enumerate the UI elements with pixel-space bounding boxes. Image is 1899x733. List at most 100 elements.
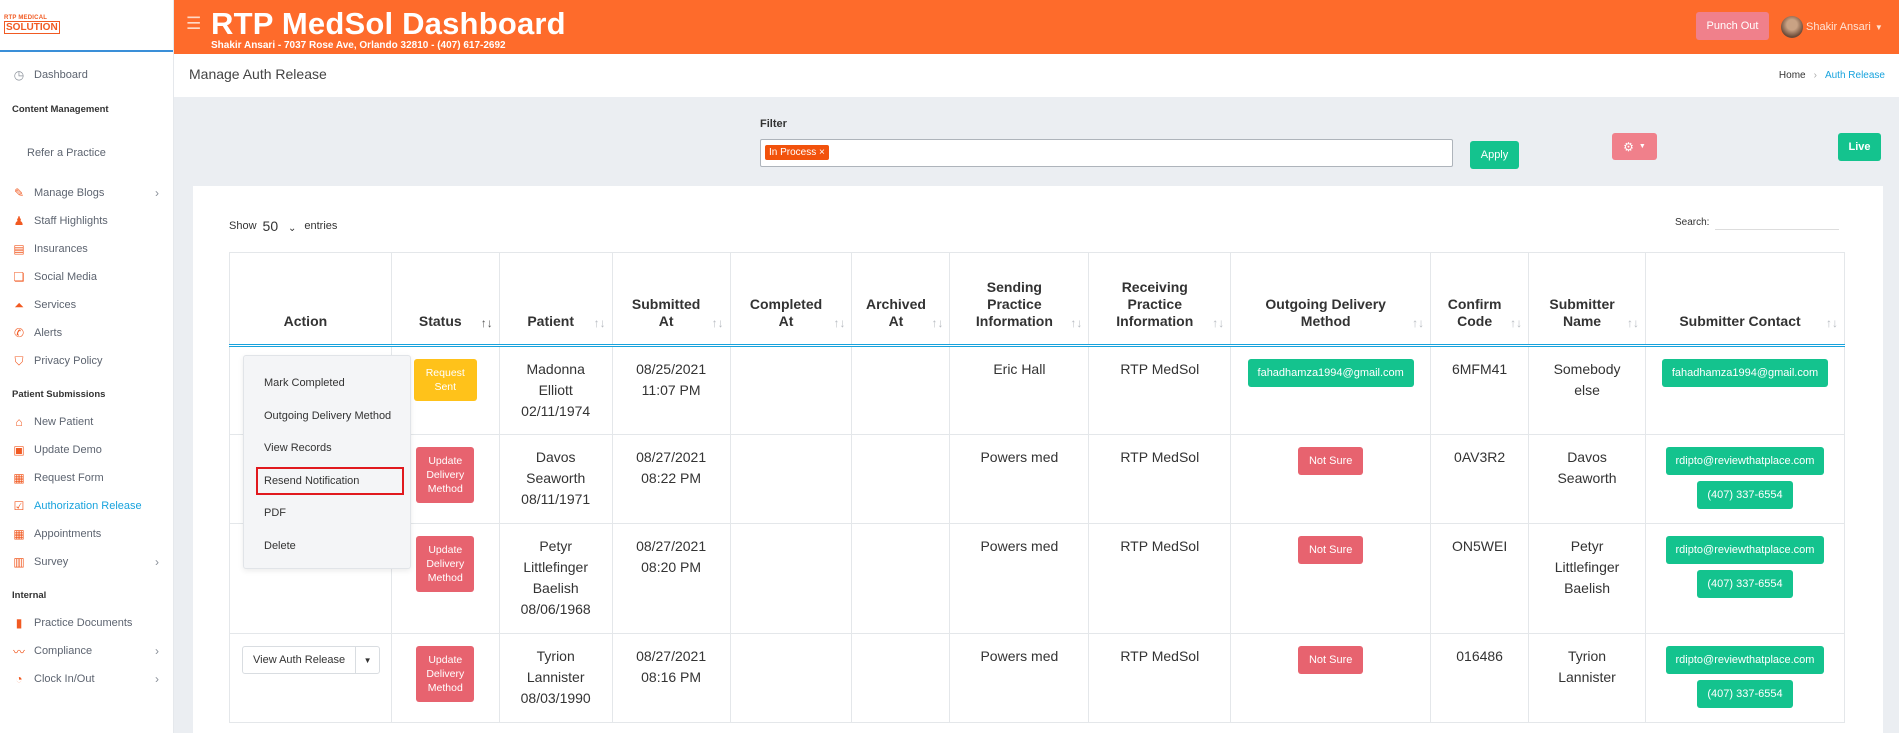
contact-email-badge[interactable]: rdipto@reviewthatplace.com [1665, 447, 1825, 475]
sidebar-item-dashboard[interactable]: ◷ Dashboard [0, 60, 173, 90]
column-header-sending-practice-information[interactable]: Sending Practice Information ↑↓ [949, 252, 1090, 347]
patient-cell-line: Tyrion [536, 648, 575, 664]
user-menu[interactable]: Shakir Ansari ▼ [1781, 16, 1883, 38]
settings-dropdown-button[interactable]: ⚙ ▼ [1612, 133, 1657, 160]
sort-arrows-icon: ↑↓ [1510, 316, 1523, 330]
contact-phone-badge[interactable]: (407) 337-6554 [1697, 570, 1793, 598]
dropdown-item-pdf[interactable]: PDF [244, 502, 410, 524]
gauge-icon: ◷ [13, 68, 25, 82]
column-header-line: Submitter [1549, 296, 1615, 312]
table-row: Update Delivery Method Davos Seaworth 08/11/1… [229, 434, 1846, 524]
live-button[interactable]: Live [1838, 133, 1881, 161]
submitted-cell: 08/27/2021 08:20 PM [611, 523, 731, 634]
sidebar-item-insurances[interactable]: ▤ Insurances [0, 235, 173, 263]
contact-email-badge[interactable]: rdipto@reviewthatplace.com [1665, 536, 1825, 564]
filter-chip-in-process[interactable]: In Process × [765, 145, 829, 160]
view-auth-release-button[interactable]: View Auth Release ▼ [242, 646, 381, 674]
delivery-badge[interactable]: Not Sure [1297, 536, 1364, 564]
column-header-receiving-practice-information[interactable]: Receiving Practice Information ↑↓ [1088, 252, 1232, 347]
submitted-cell: 08/27/2021 08:22 PM [611, 434, 731, 524]
sending-cell: Powers med [949, 633, 1090, 723]
dropdown-item-delete[interactable]: Delete [244, 535, 410, 557]
sidebar-item-request-form[interactable]: ▦ Request Form [0, 464, 173, 492]
caret-down-icon[interactable]: ▼ [355, 647, 379, 673]
sidebar-item-staff-highlights[interactable]: ♟ Staff Highlights [0, 207, 173, 235]
sidebar-item-services[interactable]: ⏶ Services [0, 291, 173, 319]
filter-input[interactable]: In Process × [760, 139, 1453, 167]
entries-select[interactable]: 50 ⌄ [263, 218, 297, 234]
patient-cell-line: 08/11/1971 [521, 491, 591, 507]
search-input[interactable] [1715, 214, 1840, 230]
status-badge[interactable]: Update Delivery Method [416, 536, 475, 592]
sidebar-item-compliance[interactable]: 〰 Compliance › [0, 637, 173, 665]
status-badge[interactable]: Update Delivery Method [416, 646, 475, 702]
contact-phone-badge[interactable]: (407) 337-6554 [1697, 680, 1793, 708]
sidebar-item-refer[interactable]: Refer a Practice [0, 139, 173, 167]
calendar-icon: ▦ [13, 527, 25, 541]
status-line: Method [427, 682, 463, 694]
chevron-right-icon: › [155, 644, 159, 658]
sidebar-item-privacy-policy[interactable]: ⛉ Privacy Policy [0, 347, 173, 375]
sidebar-item-alerts[interactable]: ✆ Alerts [0, 319, 173, 347]
sidebar-item-authorization-release[interactable]: ☑ Authorization Release [0, 492, 173, 520]
column-header-line: Information [1116, 313, 1194, 329]
column-header-patient[interactable]: Patient ↑↓ [498, 252, 613, 347]
nav-group-content: ✎ Manage Blogs › ♟ Staff Highlights ▤ Insuranc… [0, 179, 173, 375]
nav-heading-content: Content Management [12, 104, 109, 115]
submitted-cell: 08/27/2021 08:16 PM [611, 633, 731, 723]
column-header-confirm-code[interactable]: Confirm Code ↑↓ [1430, 252, 1530, 347]
hamburger-icon[interactable]: ☰ [186, 14, 201, 34]
column-header-outgoing-delivery-method[interactable]: Outgoing Delivery Method ↑↓ [1230, 252, 1432, 347]
status-line: Update [428, 654, 463, 666]
column-header-status[interactable]: Status ↑↓ [390, 252, 500, 347]
column-header-submitter-name[interactable]: Submitter Name ↑↓ [1528, 252, 1646, 347]
sidebar-item-survey[interactable]: ▥ Survey › [0, 548, 173, 576]
submitted-cell-line: 08:20 PM [641, 559, 702, 575]
entries-label: entries [304, 220, 338, 232]
delivery-badge[interactable]: Not Sure [1297, 646, 1364, 674]
column-header-action[interactable]: Action [229, 252, 392, 347]
nav-group-internal: ▮ Practice Documents 〰 Compliance › ◔ Clock In… [0, 609, 173, 693]
dropdown-item-outgoing-delivery-method[interactable]: Outgoing Delivery Method [244, 405, 410, 427]
delivery-cell: Not Sure [1230, 523, 1432, 634]
sidebar-item-appointments[interactable]: ▦ Appointments [0, 520, 173, 548]
dropdown-item-mark-completed[interactable]: Mark Completed [244, 372, 410, 394]
column-header-archived-at[interactable]: Archived At ↑↓ [851, 252, 951, 347]
column-header-completed-at[interactable]: Completed At ↑↓ [729, 252, 853, 347]
sidebar-item-update-demo[interactable]: ▣ Update Demo [0, 436, 173, 464]
page-bar: Manage Auth Release Home › Auth Release [174, 54, 1899, 97]
submitter-name-cell-line: Lannister [1558, 669, 1616, 685]
status-badge[interactable]: Update Delivery Method [416, 447, 475, 503]
submitter-name-cell: Somebody else [1528, 345, 1646, 435]
dropdown-item-resend-notification[interactable]: Resend Notification [244, 470, 410, 492]
app-title: RTP MedSol Dashboard [211, 6, 566, 41]
patient-cell: Davos Seaworth 08/11/1971 [498, 434, 613, 524]
status-line: Method [427, 572, 463, 584]
column-header-submitter-contact[interactable]: Submitter Contact ↑↓ [1644, 252, 1846, 347]
status-line: Sent [434, 381, 457, 393]
dropdown-item-view-records[interactable]: View Records [244, 437, 410, 459]
delivery-badge[interactable]: Not Sure [1297, 447, 1364, 475]
sidebar-item-social-media[interactable]: ❏ Social Media [0, 263, 173, 291]
apply-button[interactable]: Apply [1470, 141, 1519, 169]
status-badge[interactable]: Request Sent [413, 359, 477, 401]
sidebar-item-new-patient[interactable]: ⌂ New Patient [0, 408, 173, 436]
column-header-submitted-at[interactable]: Submitted At ↑↓ [611, 252, 731, 347]
contact-phone-badge[interactable]: (407) 337-6554 [1697, 481, 1793, 509]
sidebar-item-label: Clock In/Out [34, 673, 95, 685]
sidebar-item-manage-blogs[interactable]: ✎ Manage Blogs › [0, 179, 173, 207]
table-header-row: Action Status ↑↓ Patient ↑↓ Submitted At ↑↓ Comp… [229, 252, 1846, 347]
submitter-name-cell-line: else [1574, 382, 1600, 398]
delivery-badge[interactable]: fahadhamza1994@gmail.com [1247, 359, 1414, 387]
logo[interactable]: RTP MEDICAL SOLUTION [0, 0, 173, 52]
sidebar-item-practice-documents[interactable]: ▮ Practice Documents [0, 609, 173, 637]
patient-cell-line: 02/11/1974 [521, 403, 591, 419]
sidebar-item-clock-in-out[interactable]: ◔ Clock In/Out › [0, 665, 173, 693]
submitter-name-cell-line: Baelish [1564, 580, 1610, 596]
breadcrumb-home[interactable]: Home [1779, 70, 1806, 81]
auth-release-table: Action Status ↑↓ Patient ↑↓ Submitted At ↑↓ Comp… [229, 252, 1846, 723]
punch-out-button[interactable]: Punch Out [1696, 12, 1769, 40]
contact-email-badge[interactable]: rdipto@reviewthatplace.com [1665, 646, 1825, 674]
chevron-right-icon: › [155, 672, 159, 686]
contact-email-badge[interactable]: fahadhamza1994@gmail.com [1661, 359, 1829, 387]
